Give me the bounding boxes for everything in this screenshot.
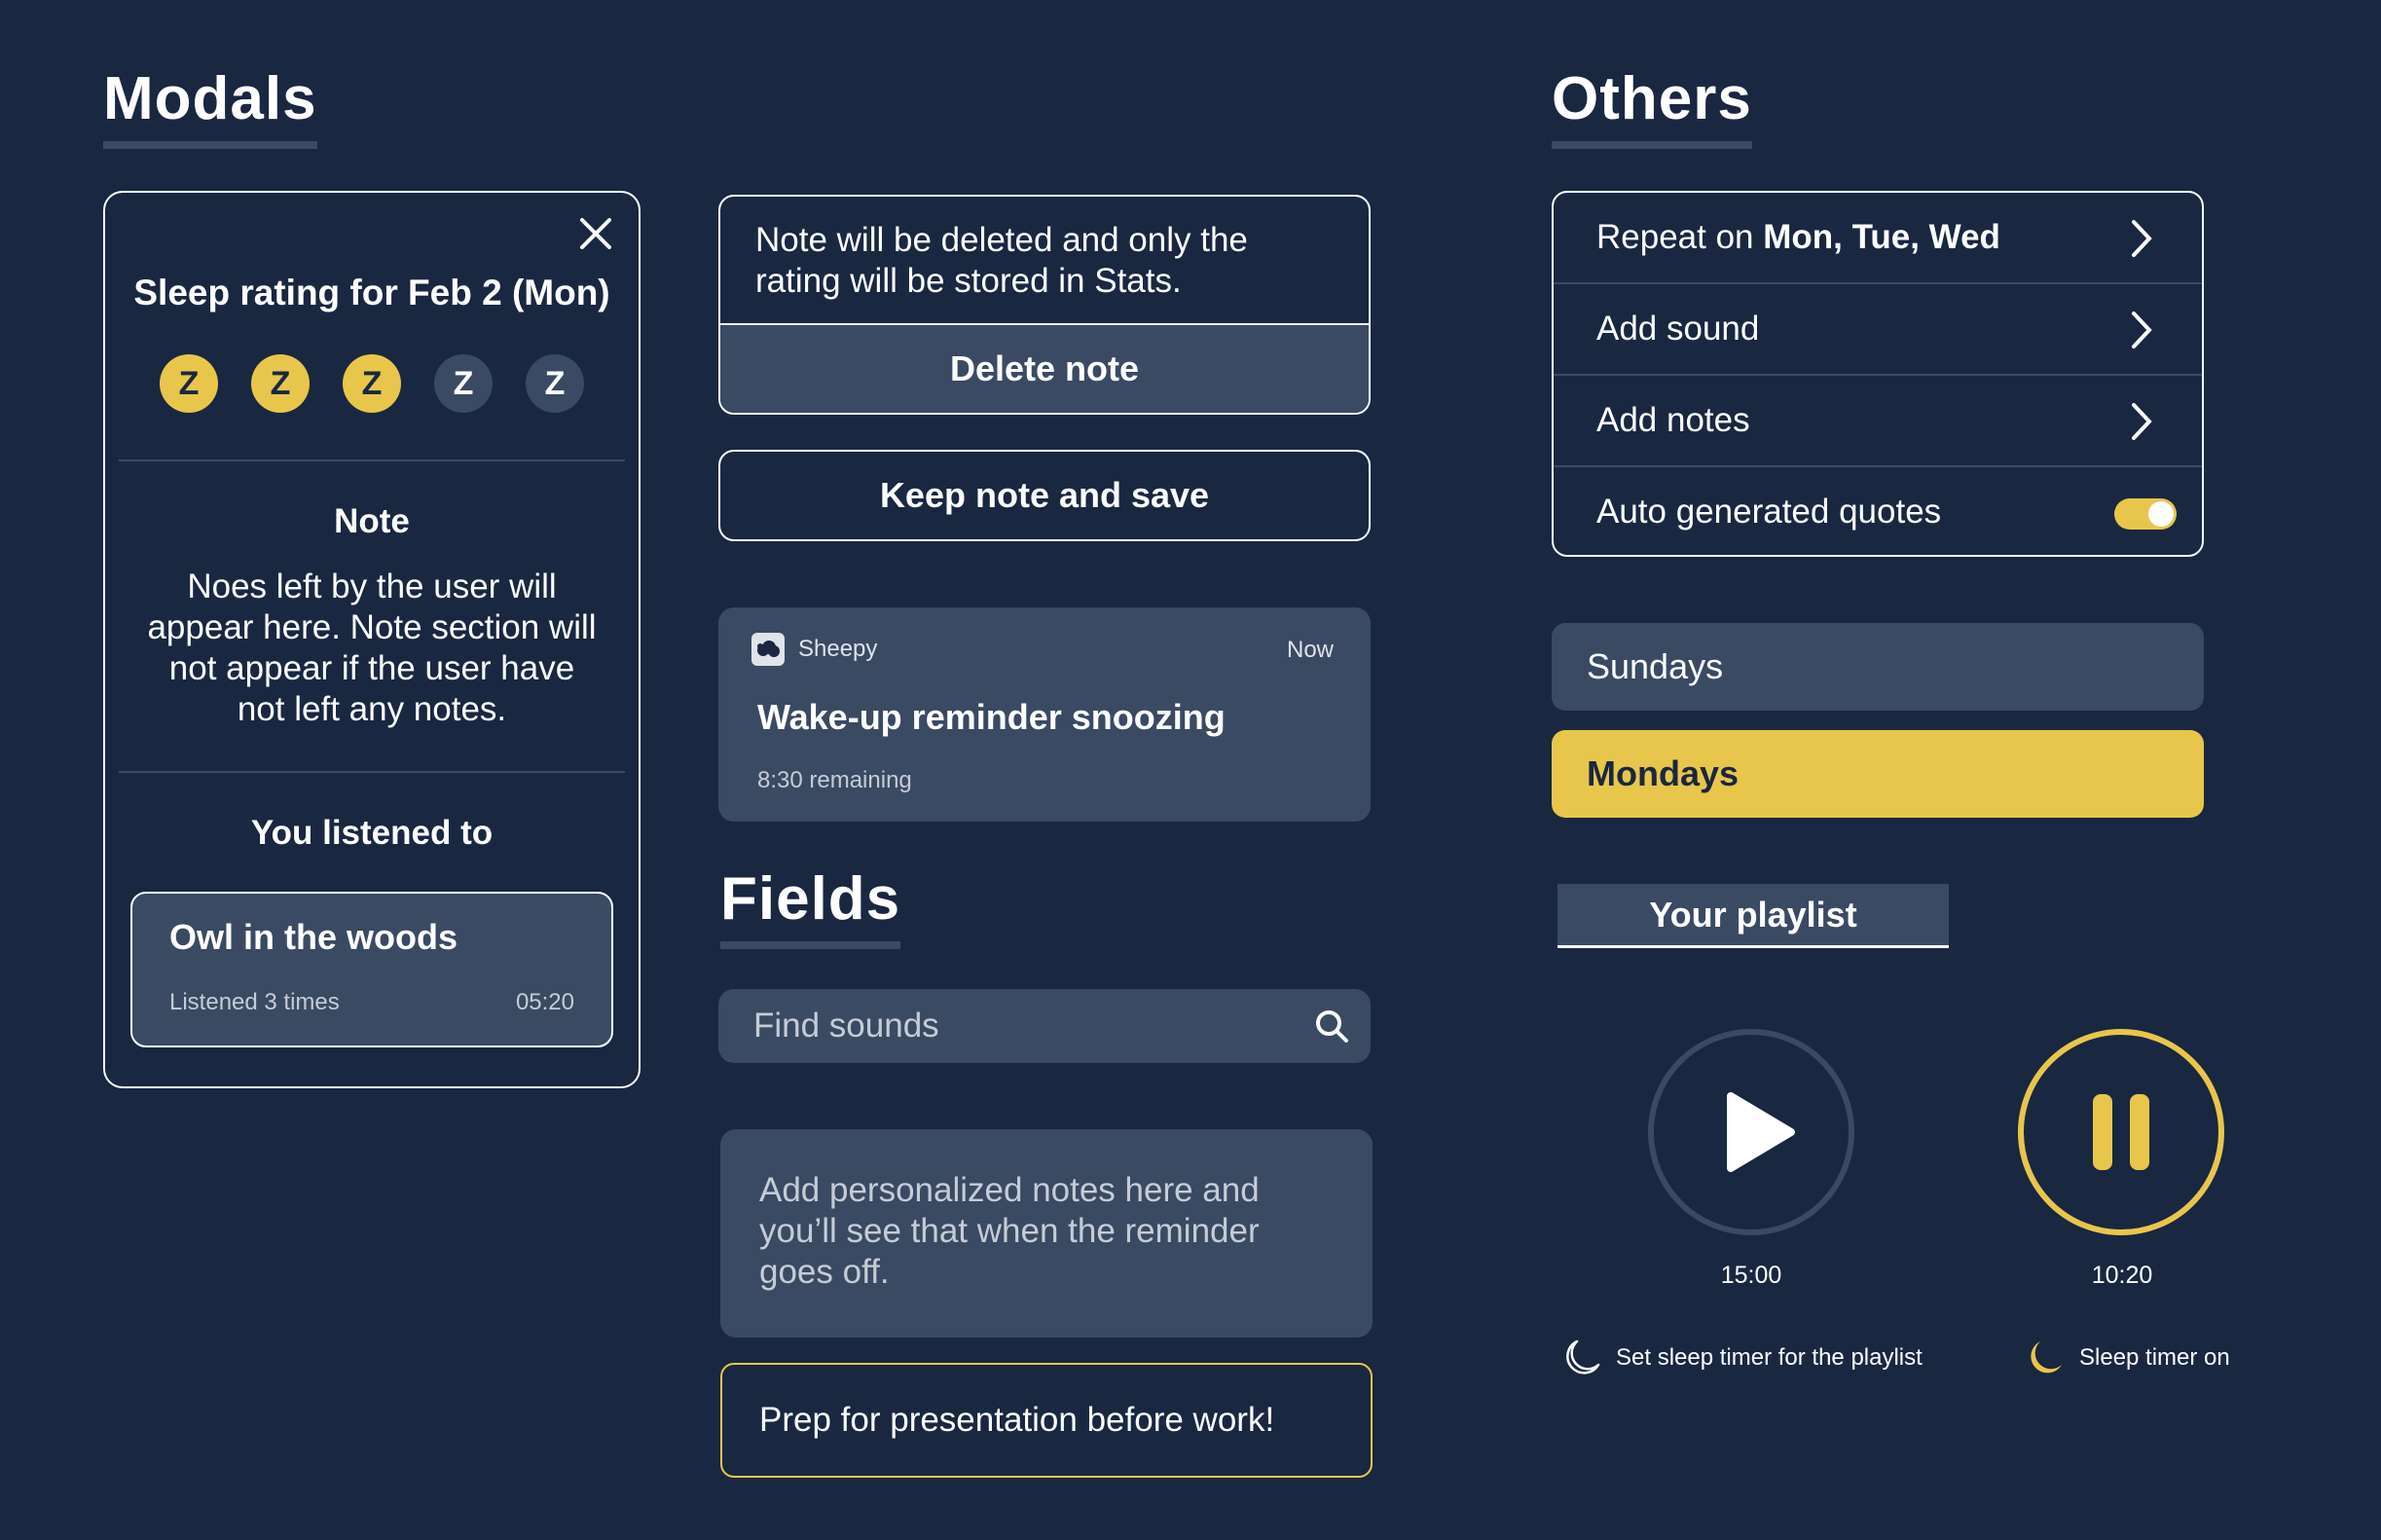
pause-icon [2093,1094,2112,1170]
moon-outline-icon [1566,1339,1600,1375]
add-notes-label: Add notes [1596,401,1750,439]
moon-filled-icon [2031,1341,2062,1374]
add-notes-row[interactable]: Add notes [1554,376,2202,465]
tab-your-playlist[interactable]: Your playlist [1557,884,1949,948]
sleep-timer-on-label: Sleep timer on [2079,1344,2230,1371]
rating-star-4[interactable]: Z [434,354,493,413]
note-body: Noes left by the user will appear here. … [147,568,597,728]
toggle-knob [2148,501,2174,527]
delete-note-button[interactable]: Delete note [720,323,1369,413]
divider [119,771,625,773]
listened-heading: You listened to [250,814,494,852]
notes-textarea[interactable]: Add personalized notes here and you’ll s… [720,1129,1373,1338]
sleep-rating[interactable]: Z Z Z Z Z [160,354,584,413]
sleep-timer-label: Set sleep timer for the playlist [1616,1344,1923,1371]
settings-list: Repeat on Mon, Tue, Wed Add sound Add no… [1552,191,2204,557]
notes-placeholder: Add personalized notes here and you’ll s… [759,1171,1260,1291]
delete-note-dialog: Note will be deleted and only the rating… [718,195,1371,415]
add-sound-label: Add sound [1596,310,1760,348]
quotes-row: Auto generated quotes [1554,467,2202,557]
pause-button[interactable] [2015,1026,2227,1238]
notification-time: Now [1286,637,1334,663]
chevron-right-icon [2132,403,2152,440]
section-title-fields: Fields [720,864,901,949]
play-button[interactable] [1645,1026,1857,1238]
player-time: 10:20 [2091,1262,2153,1289]
rating-star-1[interactable]: Z [160,354,218,413]
add-sound-row[interactable]: Add sound [1554,284,2202,374]
sleep-timer-option[interactable]: Set sleep timer for the playlist [1561,1338,1923,1378]
track-title: Owl in the woods [169,917,458,957]
note-input-filled[interactable]: Prep for presentation before work! [720,1363,1373,1478]
sheep-icon [751,633,785,666]
repeat-prefix: Repeat on [1596,218,1764,256]
close-icon[interactable] [574,212,617,255]
play-icon [1727,1092,1795,1172]
repeat-row[interactable]: Repeat on Mon, Tue, Wed [1554,193,2202,282]
day-option-mondays[interactable]: Mondays [1552,730,2204,818]
quotes-toggle[interactable] [2114,498,2177,530]
track-meta: Listened 3 times 05:20 [169,989,574,1016]
delete-message: Note will be deleted and only the rating… [755,221,1248,300]
notification-app: Sheepy [751,633,877,666]
quotes-label: Auto generated quotes [1596,493,1942,531]
divider [119,459,625,461]
rating-star-5[interactable]: Z [526,354,584,413]
day-option-sundays[interactable]: Sundays [1552,623,2204,711]
sleep-rating-modal: Sleep rating for Feb 2 (Mon) Z Z Z Z Z N… [103,191,641,1088]
search-field[interactable] [718,989,1371,1063]
repeat-days: Mon, Tue, Wed [1763,218,2000,256]
search-icon[interactable] [1312,1007,1351,1045]
chevron-right-icon [2132,220,2152,257]
track-plays: Listened 3 times [169,989,340,1015]
chevron-right-icon [2132,312,2152,348]
section-title-others: Others [1552,64,1752,149]
sleep-timer-status[interactable]: Sleep timer on [2025,1338,2230,1378]
keep-note-button[interactable]: Keep note and save [718,450,1371,541]
note-heading: Note [334,502,410,540]
search-input[interactable] [718,989,1371,1063]
player-time: 15:00 [1720,1262,1782,1289]
modal-title: Sleep rating for Feb 2 (Mon) [133,273,610,312]
track-duration: 05:20 [515,989,574,1015]
rating-star-3[interactable]: Z [343,354,401,413]
notification-app-name: Sheepy [798,636,878,662]
notification-title: Wake-up reminder snoozing [757,697,1226,737]
notification-subtitle: 8:30 remaining [757,767,912,793]
notification-card[interactable]: Sheepy Now Wake-up reminder snoozing 8:3… [718,607,1371,822]
section-title-modals: Modals [103,64,317,149]
rating-star-2[interactable]: Z [251,354,310,413]
track-card[interactable]: Owl in the woods Listened 3 times 05:20 [130,892,613,1047]
